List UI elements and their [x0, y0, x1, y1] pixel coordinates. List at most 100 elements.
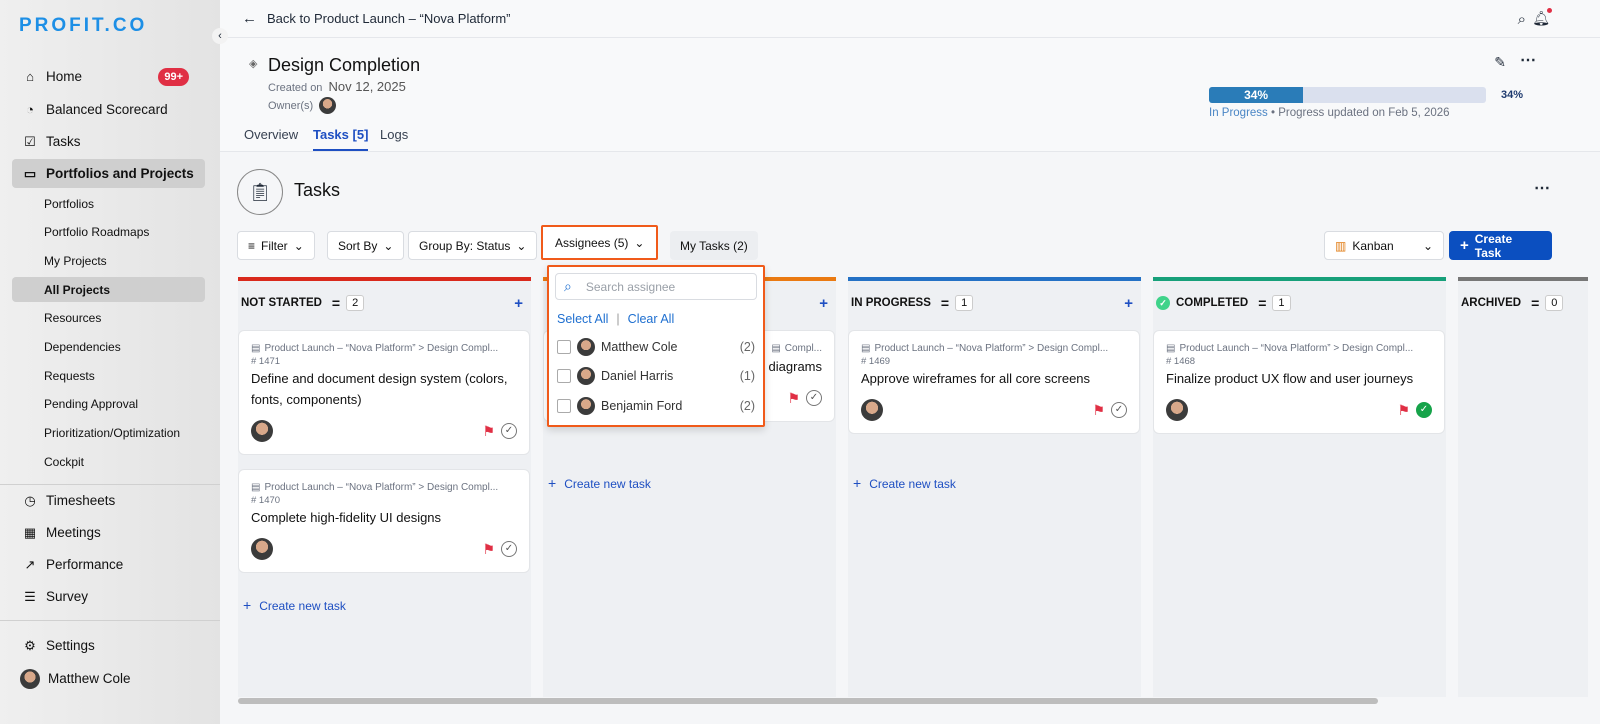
sidebar-item-balanced-scorecard[interactable]: ◔ Balanced Scorecard	[12, 95, 205, 124]
sidebar-item-performance[interactable]: ↗ Performance	[12, 550, 205, 579]
task-card[interactable]: ▤ Product Launch – “Nova Platform” > Desi…	[238, 330, 530, 455]
assignee-option[interactable]: Matthew Cole (2)	[549, 332, 763, 362]
flag-icon[interactable]: ⚑	[482, 423, 495, 440]
checkbox[interactable]	[557, 369, 571, 384]
sidebar-item-survey[interactable]: ☰ Survey	[12, 582, 205, 611]
task-title[interactable]: Complete high-fidelity UI designs	[251, 507, 517, 528]
sidebar-subitem[interactable]: Portfolios	[12, 191, 205, 216]
sidebar-subitem[interactable]: My Projects	[12, 248, 205, 273]
sidebar-item-settings[interactable]: ⚙ Settings	[12, 631, 205, 660]
task-title[interactable]: Define and document design system (color…	[251, 368, 517, 410]
task-title[interactable]: Finalize product UX flow and user journe…	[1166, 368, 1432, 389]
checkbox[interactable]	[557, 398, 571, 413]
back-link[interactable]: Back to Product Launch – “Nova Platform”	[267, 11, 511, 26]
assignee-name: Matthew Cole	[601, 339, 678, 354]
sort-button[interactable]: Sort By ⌄	[327, 231, 405, 260]
create-task-button[interactable]: + Create Task	[1449, 231, 1552, 260]
assignee-name: Benjamin Ford	[601, 398, 683, 413]
flag-icon[interactable]: ⚑	[1092, 402, 1105, 419]
sidebar-subitem[interactable]: Pending Approval	[12, 392, 205, 417]
column-header: ARCHIVED = 0	[1458, 281, 1588, 325]
sidebar-subitem[interactable]: Resources	[12, 306, 205, 331]
flag-icon[interactable]: ⚑	[787, 390, 800, 407]
assignee-count: (2)	[739, 339, 755, 354]
owner-avatar[interactable]	[319, 97, 337, 114]
column-count: 0	[1545, 295, 1564, 311]
sidebar-item-portfolios-projects[interactable]: ▭ Portfolios and Projects	[12, 159, 205, 188]
sidebar-subitem[interactable]: Prioritization/Optimization	[12, 421, 205, 446]
sidebar-subitem[interactable]: Dependencies	[12, 335, 205, 360]
task-title[interactable]: Approve wireframes for all core screens	[861, 368, 1127, 389]
create-new-task-link[interactable]: + Create new task	[853, 475, 956, 491]
created-row: Created on Nov 12, 2025	[268, 79, 406, 94]
sidebar-item-timesheets[interactable]: ◷ Timesheets	[12, 486, 205, 515]
view-select[interactable]: ▥ Kanban ⌄	[1324, 231, 1444, 260]
user-profile[interactable]: Matthew Cole	[12, 664, 205, 693]
flag-icon[interactable]: ⚑	[482, 541, 495, 558]
document-icon: ▤	[861, 343, 871, 354]
assignees-button[interactable]: Assignees (5) ⌄	[541, 225, 659, 260]
tab-overview[interactable]: Overview	[244, 127, 298, 142]
checkbox[interactable]	[557, 339, 571, 354]
sidebar-item-home[interactable]: ⌂ Home 99+	[12, 62, 205, 91]
task-card[interactable]: ▤ Product Launch – “Nova Platform” > Desi…	[238, 469, 530, 573]
label: Timesheets	[46, 493, 116, 508]
create-new-task-link[interactable]: + Create new task	[548, 475, 651, 491]
sidebar-item-meetings[interactable]: ▦ Meetings	[12, 518, 205, 547]
kanban-icon: ▥	[1335, 238, 1347, 253]
tab-logs[interactable]: Logs	[380, 127, 408, 142]
card-footer: ⚑ ✓	[251, 420, 517, 442]
complete-check-icon[interactable]: ✓	[501, 423, 517, 439]
complete-check-icon[interactable]: ✓	[1416, 402, 1432, 418]
owners-label: Owner(s)	[268, 99, 314, 112]
sidebar-subitem[interactable]: Requests	[12, 363, 205, 388]
add-task-icon[interactable]: +	[1124, 295, 1133, 312]
filter-button[interactable]: ≡ Filter ⌄	[237, 231, 315, 260]
collapse-sidebar-button[interactable]: ‹	[212, 28, 228, 44]
my-tasks-button[interactable]: My Tasks (2)	[670, 231, 758, 260]
assignee-avatar[interactable]	[251, 538, 273, 560]
label: My Tasks (2)	[680, 238, 748, 253]
flag-icon[interactable]: ⚑	[1397, 402, 1410, 419]
bell-icon[interactable]: 🔔︎	[1532, 8, 1552, 27]
group-by-button[interactable]: Group By: Status ⌄	[408, 231, 538, 260]
label: Matthew Cole	[48, 671, 131, 686]
task-card[interactable]: ▤ Product Launch – “Nova Platform” > Desi…	[1153, 330, 1445, 434]
assignee-option[interactable]: Daniel Harris (1)	[549, 362, 763, 392]
progress-bar: 34%	[1209, 87, 1486, 103]
complete-check-icon[interactable]: ✓	[806, 390, 822, 406]
assignee-avatar[interactable]	[251, 420, 273, 442]
back-arrow-icon[interactable]: ←	[242, 10, 257, 27]
kanban-column: ✓ COMPLETED = 1 ▤ Product Launch – “Nova Plat…	[1153, 277, 1446, 697]
sidebar-subitem[interactable]: Cockpit	[12, 449, 205, 474]
document-icon: ▤	[1166, 343, 1176, 354]
edit-icon[interactable]: ✎	[1494, 54, 1506, 71]
select-all-link[interactable]: Select All	[557, 312, 608, 326]
tab-tasks[interactable]: Tasks [5]	[313, 127, 369, 151]
search-icon[interactable]: ⌕	[1518, 11, 1526, 28]
chevron-down-icon: ⌄	[634, 235, 645, 250]
sidebar-item-tasks[interactable]: ☑ Tasks	[12, 127, 205, 156]
label: Filter	[261, 238, 288, 253]
add-task-icon[interactable]: +	[819, 295, 828, 312]
task-card[interactable]: ▤ Product Launch – “Nova Platform” > Desi…	[848, 330, 1140, 434]
task-id: # 1471	[251, 356, 281, 367]
assignee-avatar[interactable]	[861, 399, 883, 421]
sidebar-subitem[interactable]: Portfolio Roadmaps	[12, 220, 205, 245]
sidebar-subitem[interactable]: All Projects	[12, 277, 205, 303]
plus-icon: +	[853, 475, 862, 491]
owners-row: Owner(s)	[268, 97, 337, 114]
complete-check-icon[interactable]: ✓	[1111, 402, 1127, 418]
assignee-option[interactable]: Benjamin Ford (2)	[549, 391, 763, 421]
assignee-avatar[interactable]	[1166, 399, 1188, 421]
more-icon[interactable]: ⋯	[1520, 50, 1536, 70]
complete-check-icon[interactable]: ✓	[501, 541, 517, 557]
plus-icon: +	[548, 475, 557, 491]
add-task-icon[interactable]: +	[514, 295, 523, 312]
clear-all-link[interactable]: Clear All	[628, 312, 675, 326]
search-assignee-input[interactable]: ⌕ Search assignee	[555, 273, 757, 300]
column-header: NOT STARTED = 2	[238, 281, 531, 325]
more-icon[interactable]: ⋯	[1534, 178, 1550, 198]
create-new-task-link[interactable]: + Create new task	[243, 597, 346, 613]
horizontal-scrollbar[interactable]	[238, 698, 1378, 704]
